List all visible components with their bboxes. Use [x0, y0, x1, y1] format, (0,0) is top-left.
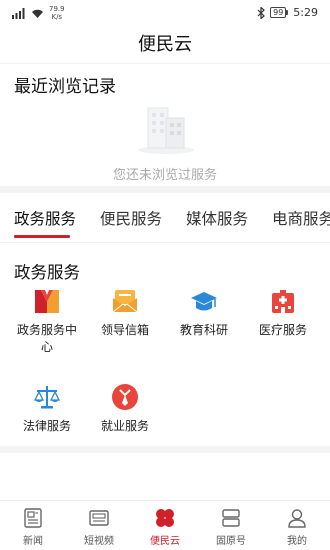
battery-icon: 99	[270, 7, 289, 18]
service-legal[interactable]: 法律服务	[8, 383, 86, 435]
profile-icon	[288, 509, 306, 528]
tabs-divider	[0, 242, 330, 243]
service-label: 政务服务中心	[16, 323, 77, 354]
active-tab-indicator	[14, 235, 70, 238]
nav-label: 便民云	[150, 536, 180, 547]
nav-item-news[interactable]: 新闻	[0, 501, 66, 550]
recent-section-title: 最近浏览记录	[14, 77, 116, 97]
tab-ecommerce-service[interactable]: 电商服务	[272, 207, 330, 229]
service-label: 就业服务	[100, 419, 149, 433]
nav-label: 短视频	[84, 536, 114, 547]
service-employment[interactable]: 就业服务	[86, 383, 164, 435]
service-education[interactable]: 教育科研	[165, 287, 243, 339]
scales-icon	[33, 386, 61, 409]
battery-level: 99	[270, 7, 287, 18]
status-time: 5:29	[293, 6, 318, 19]
status-bar: 79.9 K/s 99 5:29	[0, 0, 330, 26]
service-section-title: 政务服务	[14, 263, 80, 282]
page-title: 便民云	[0, 26, 330, 64]
nav-item-profile[interactable]: 我的	[264, 501, 330, 550]
empty-building-icon	[138, 107, 194, 154]
tab-gov-service[interactable]: 政务服务	[14, 207, 76, 229]
status-right: 99 5:29	[257, 6, 318, 19]
nav-label: 固原号	[216, 536, 246, 547]
service-leader-mailbox[interactable]: 领导信箱	[86, 287, 164, 339]
bluetooth-icon	[257, 6, 265, 19]
service-label: 领导信箱	[100, 323, 149, 337]
service-gov-center[interactable]: 政务服务中心	[8, 287, 86, 356]
network-speed: 79.9 K/s	[49, 5, 65, 21]
news-icon	[24, 508, 42, 528]
video-icon	[89, 510, 109, 526]
nav-label: 新闻	[23, 536, 43, 547]
section-divider	[0, 186, 330, 193]
status-left: 79.9 K/s	[12, 5, 65, 21]
hospital-icon	[272, 290, 294, 313]
account-icon	[222, 509, 240, 527]
tab-convenience-service[interactable]: 便民服务	[100, 207, 162, 229]
nav-label: 我的	[287, 536, 307, 547]
service-label: 医疗服务	[258, 323, 307, 337]
service-label: 法律服务	[22, 419, 71, 433]
cloud-service-icon	[156, 509, 174, 527]
tab-media-service[interactable]: 媒体服务	[186, 207, 248, 229]
employment-icon	[112, 384, 138, 410]
section-divider	[0, 446, 330, 453]
service-label: 教育科研	[179, 323, 228, 337]
gov-service-center-icon	[35, 290, 59, 313]
nav-item-video[interactable]: 短视频	[66, 501, 132, 550]
nav-item-guyuan-account[interactable]: 固原号	[198, 501, 264, 550]
graduation-cap-icon	[191, 292, 217, 311]
wifi-icon	[32, 9, 43, 18]
mailbox-icon	[112, 290, 138, 313]
network-speed-unit: K/s	[51, 13, 63, 21]
nav-item-convenience-cloud[interactable]: 便民云	[132, 501, 198, 550]
signal-icon	[12, 7, 25, 19]
empty-state-text: 您还未浏览过服务	[112, 168, 217, 183]
service-medical[interactable]: 医疗服务	[244, 287, 322, 339]
network-speed-value: 79.9	[49, 5, 65, 13]
bottom-nav: 新闻 短视频 便民云 固原号 我的	[0, 500, 330, 550]
category-tabs: 政务服务 便民服务 媒体服务 电商服务	[0, 196, 330, 242]
